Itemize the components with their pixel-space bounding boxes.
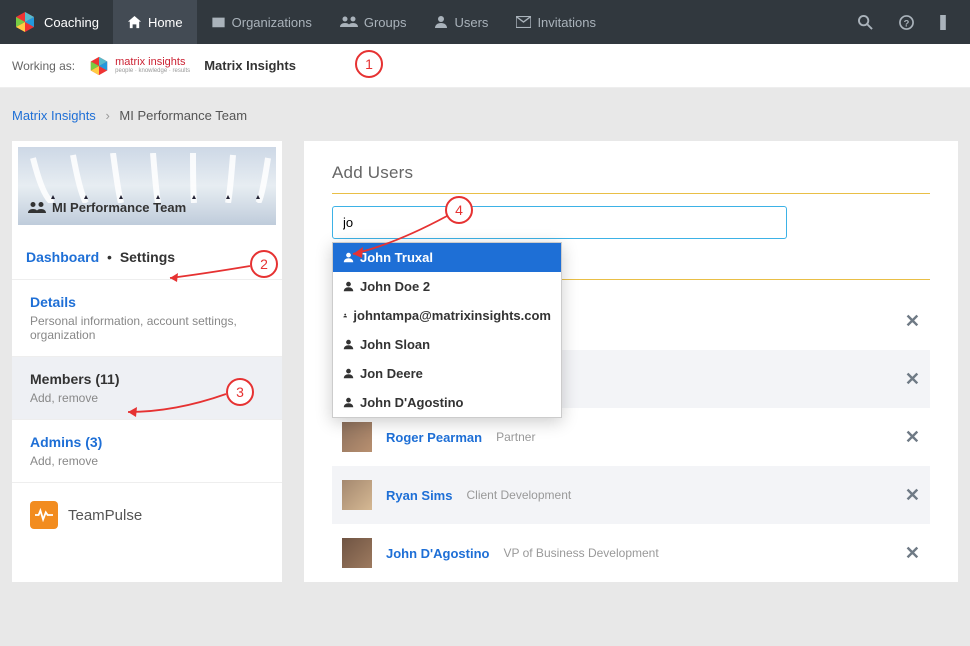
breadcrumb-root[interactable]: Matrix Insights bbox=[12, 108, 96, 123]
working-as-bar: Working as: matrix insights people · kno… bbox=[0, 44, 970, 88]
matrix-logo-top: matrix insights bbox=[115, 57, 190, 68]
nav-menu[interactable] bbox=[930, 0, 962, 44]
breadcrumb: Matrix Insights › MI Performance Team bbox=[0, 88, 970, 141]
brand[interactable]: Coaching bbox=[0, 11, 113, 33]
user-role: VP of Business Development bbox=[503, 546, 658, 560]
nav-groups[interactable]: Groups bbox=[326, 0, 421, 44]
matrix-logo-sub: people · knowledge · results bbox=[115, 68, 190, 74]
topnav: Coaching Home Organizations Groups Users… bbox=[0, 0, 970, 44]
avatar bbox=[342, 422, 372, 452]
user-name[interactable]: John D'Agostino bbox=[386, 546, 489, 561]
nav-orgs-label: Organizations bbox=[232, 15, 312, 30]
nav-help[interactable]: ? bbox=[889, 0, 930, 44]
working-as-active[interactable]: Matrix Insights bbox=[204, 58, 296, 73]
dropdown-item[interactable]: Jon Deere bbox=[333, 359, 561, 388]
teampulse-icon bbox=[30, 501, 58, 529]
members-sub: Add, remove bbox=[30, 391, 264, 405]
nav-search[interactable] bbox=[848, 0, 889, 44]
user-row: John D'Agostino VP of Business Developme… bbox=[332, 524, 930, 582]
add-user-search-input[interactable] bbox=[332, 206, 787, 239]
accent-rule bbox=[332, 193, 930, 194]
breadcrumb-current: MI Performance Team bbox=[119, 108, 247, 123]
matrix-logo-icon bbox=[89, 56, 109, 76]
sidebar-item-details[interactable]: Details Personal information, account se… bbox=[12, 280, 282, 357]
main-panel: Add Users John Truxal John Doe 2 johntam… bbox=[304, 141, 958, 582]
jets-image bbox=[18, 153, 278, 203]
remove-user-button[interactable]: ✕ bbox=[905, 485, 920, 506]
tab-separator: • bbox=[107, 249, 112, 265]
tab-dashboard[interactable]: Dashboard bbox=[26, 249, 99, 265]
sidebar-item-teampulse[interactable]: TeamPulse bbox=[12, 483, 282, 547]
remove-user-button[interactable]: ✕ bbox=[905, 369, 920, 390]
svg-text:?: ? bbox=[904, 18, 910, 28]
nav-users[interactable]: Users bbox=[420, 0, 502, 44]
dropdown-item-label: johntampa@matrixinsights.com bbox=[353, 308, 551, 323]
details-sub: Personal information, account settings, … bbox=[30, 314, 264, 342]
dropdown-item-label: John Sloan bbox=[360, 337, 430, 352]
dropdown-item-label: John D'Agostino bbox=[360, 395, 463, 410]
dropdown-item[interactable]: John D'Agostino bbox=[333, 388, 561, 417]
sidebar-item-members[interactable]: Members (11) Add, remove bbox=[12, 357, 282, 420]
sidebar-tabs: Dashboard • Settings bbox=[12, 231, 282, 280]
user-icon bbox=[343, 310, 347, 321]
user-icon bbox=[343, 339, 354, 350]
search-icon bbox=[858, 15, 873, 30]
user-row: Ryan Sims Client Development ✕ bbox=[332, 466, 930, 524]
avatar bbox=[342, 538, 372, 568]
working-as-label: Working as: bbox=[12, 59, 75, 73]
members-title: Members (11) bbox=[30, 371, 264, 387]
nav-home-label: Home bbox=[148, 15, 183, 30]
dropdown-item[interactable]: John Sloan bbox=[333, 330, 561, 359]
nav-invitations[interactable]: Invitations bbox=[502, 0, 610, 44]
search-wrapper: John Truxal John Doe 2 johntampa@matrixi… bbox=[332, 206, 930, 239]
team-banner: MI Performance Team bbox=[18, 147, 276, 225]
nav-groups-label: Groups bbox=[364, 15, 407, 30]
admins-title: Admins (3) bbox=[30, 434, 264, 450]
envelope-icon bbox=[516, 16, 531, 28]
brand-logo-icon bbox=[14, 11, 36, 33]
brand-label: Coaching bbox=[44, 15, 99, 30]
nav-home[interactable]: Home bbox=[113, 0, 197, 44]
group-icon bbox=[340, 15, 358, 29]
home-icon bbox=[127, 15, 142, 30]
user-icon bbox=[343, 397, 354, 408]
nav-invitations-label: Invitations bbox=[537, 15, 596, 30]
breadcrumb-separator: › bbox=[105, 108, 109, 123]
remove-user-button[interactable]: ✕ bbox=[905, 311, 920, 332]
user-name[interactable]: Ryan Sims bbox=[386, 488, 452, 503]
dropdown-item-label: John Doe 2 bbox=[360, 279, 430, 294]
page-layout: MI Performance Team Dashboard • Settings… bbox=[0, 141, 970, 582]
sidebar-item-admins[interactable]: Admins (3) Add, remove bbox=[12, 420, 282, 483]
nav-users-label: Users bbox=[454, 15, 488, 30]
teampulse-label: TeamPulse bbox=[68, 507, 142, 524]
add-users-heading: Add Users bbox=[332, 163, 930, 183]
sidebar: MI Performance Team Dashboard • Settings… bbox=[12, 141, 282, 582]
admins-sub: Add, remove bbox=[30, 454, 264, 468]
dropdown-item-label: John Truxal bbox=[360, 250, 433, 265]
dropdown-item[interactable]: johntampa@matrixinsights.com bbox=[333, 301, 561, 330]
remove-user-button[interactable]: ✕ bbox=[905, 427, 920, 448]
user-icon bbox=[343, 281, 354, 292]
help-icon: ? bbox=[899, 15, 914, 30]
dropdown-item-label: Jon Deere bbox=[360, 366, 423, 381]
nav-organizations[interactable]: Organizations bbox=[197, 0, 326, 44]
working-as-logo[interactable]: matrix insights people · knowledge · res… bbox=[89, 56, 190, 76]
user-icon bbox=[343, 368, 354, 379]
remove-user-button[interactable]: ✕ bbox=[905, 543, 920, 564]
avatar bbox=[342, 480, 372, 510]
menu-icon bbox=[940, 15, 946, 30]
user-icon bbox=[343, 252, 354, 263]
details-title: Details bbox=[30, 294, 264, 310]
building-icon bbox=[211, 15, 226, 29]
dropdown-item[interactable]: John Truxal bbox=[333, 243, 561, 272]
dropdown-item[interactable]: John Doe 2 bbox=[333, 272, 561, 301]
user-icon bbox=[434, 15, 448, 29]
tab-settings[interactable]: Settings bbox=[120, 249, 175, 265]
user-role: Client Development bbox=[466, 488, 571, 502]
user-name[interactable]: Roger Pearman bbox=[386, 430, 482, 445]
user-dropdown: John Truxal John Doe 2 johntampa@matrixi… bbox=[332, 242, 562, 418]
nav-right: ? bbox=[848, 0, 970, 44]
user-role: Partner bbox=[496, 430, 535, 444]
